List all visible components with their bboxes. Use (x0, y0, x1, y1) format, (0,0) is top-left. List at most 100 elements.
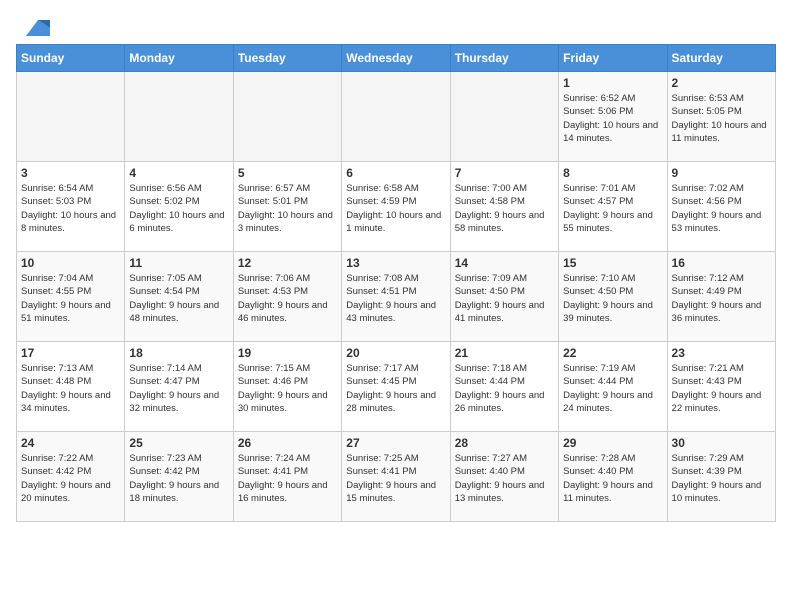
day-number: 17 (21, 346, 120, 360)
calendar-cell: 5 Sunrise: 6:57 AM Sunset: 5:01 PM Daylig… (233, 162, 341, 252)
day-info: Sunrise: 6:57 AM Sunset: 5:01 PM Dayligh… (238, 182, 337, 235)
day-number: 4 (129, 166, 228, 180)
day-info: Sunrise: 7:09 AM Sunset: 4:50 PM Dayligh… (455, 272, 554, 325)
calendar-cell: 16 Sunrise: 7:12 AM Sunset: 4:49 PM Dayli… (667, 252, 775, 342)
day-number: 19 (238, 346, 337, 360)
day-number: 22 (563, 346, 662, 360)
calendar-cell: 7 Sunrise: 7:00 AM Sunset: 4:58 PM Daylig… (450, 162, 558, 252)
calendar-cell: 26Sunrise: 7:24 AM Sunset: 4:41 PM Dayli… (233, 432, 341, 522)
calendar-cell: 22 Sunrise: 7:19 AM Sunset: 4:44 PM Dayli… (559, 342, 667, 432)
day-number: 11 (129, 256, 228, 270)
calendar-cell: 19 Sunrise: 7:15 AM Sunset: 4:46 PM Dayli… (233, 342, 341, 432)
calendar-table: SundayMondayTuesdayWednesdayThursdayFrid… (16, 44, 776, 522)
calendar-header-row: SundayMondayTuesdayWednesdayThursdayFrid… (17, 45, 776, 72)
day-number: 8 (563, 166, 662, 180)
day-number: 24 (21, 436, 120, 450)
day-number: 7 (455, 166, 554, 180)
calendar-cell (125, 72, 233, 162)
calendar-week-row: 3 Sunrise: 6:54 AM Sunset: 5:03 PM Daylig… (17, 162, 776, 252)
calendar-cell: 20 Sunrise: 7:17 AM Sunset: 4:45 PM Dayli… (342, 342, 450, 432)
day-info: Sunrise: 7:02 AM Sunset: 4:56 PM Dayligh… (672, 182, 771, 235)
day-info: Sunrise: 7:17 AM Sunset: 4:45 PM Dayligh… (346, 362, 445, 415)
calendar-cell: 1 Sunrise: 6:52 AM Sunset: 5:06 PM Daylig… (559, 72, 667, 162)
day-info: Sunrise: 7:05 AM Sunset: 4:54 PM Dayligh… (129, 272, 228, 325)
day-info: Sunrise: 6:54 AM Sunset: 5:03 PM Dayligh… (21, 182, 120, 235)
day-info: Sunrise: 7:18 AM Sunset: 4:44 PM Dayligh… (455, 362, 554, 415)
calendar-cell: 10 Sunrise: 7:04 AM Sunset: 4:55 PM Dayli… (17, 252, 125, 342)
day-info: Sunrise: 7:28 AM Sunset: 4:40 PM Dayligh… (563, 452, 662, 505)
day-info: Sunrise: 7:23 AM Sunset: 4:42 PM Dayligh… (129, 452, 228, 505)
day-info: Sunrise: 6:53 AM Sunset: 5:05 PM Dayligh… (672, 92, 771, 145)
day-number: 6 (346, 166, 445, 180)
day-info: Sunrise: 7:29 AM Sunset: 4:39 PM Dayligh… (672, 452, 771, 505)
calendar-cell: 4 Sunrise: 6:56 AM Sunset: 5:02 PM Daylig… (125, 162, 233, 252)
day-number: 14 (455, 256, 554, 270)
calendar-cell (233, 72, 341, 162)
day-info: Sunrise: 6:56 AM Sunset: 5:02 PM Dayligh… (129, 182, 228, 235)
calendar-cell: 3 Sunrise: 6:54 AM Sunset: 5:03 PM Daylig… (17, 162, 125, 252)
calendar-week-row: 24 Sunrise: 7:22 AM Sunset: 4:42 PM Dayli… (17, 432, 776, 522)
day-number: 20 (346, 346, 445, 360)
day-info: Sunrise: 7:04 AM Sunset: 4:55 PM Dayligh… (21, 272, 120, 325)
day-info: Sunrise: 7:12 AM Sunset: 4:49 PM Dayligh… (672, 272, 771, 325)
calendar-cell (342, 72, 450, 162)
day-info: Sunrise: 7:13 AM Sunset: 4:48 PM Dayligh… (21, 362, 120, 415)
calendar-cell: 28 Sunrise: 7:27 AM Sunset: 4:40 PM Dayli… (450, 432, 558, 522)
day-number: 16 (672, 256, 771, 270)
calendar-cell: 27Sunrise: 7:25 AM Sunset: 4:41 PM Dayli… (342, 432, 450, 522)
calendar-header-saturday: Saturday (667, 45, 775, 72)
day-number: 13 (346, 256, 445, 270)
calendar-cell: 14 Sunrise: 7:09 AM Sunset: 4:50 PM Dayli… (450, 252, 558, 342)
day-info: Sunrise: 7:19 AM Sunset: 4:44 PM Dayligh… (563, 362, 662, 415)
day-info: Sunrise: 7:01 AM Sunset: 4:57 PM Dayligh… (563, 182, 662, 235)
day-info: Sunrise: 6:52 AM Sunset: 5:06 PM Dayligh… (563, 92, 662, 145)
calendar-header-tuesday: Tuesday (233, 45, 341, 72)
calendar-cell: 9Sunrise: 7:02 AM Sunset: 4:56 PM Daylig… (667, 162, 775, 252)
calendar-cell: 24 Sunrise: 7:22 AM Sunset: 4:42 PM Dayli… (17, 432, 125, 522)
calendar-week-row: 10 Sunrise: 7:04 AM Sunset: 4:55 PM Dayli… (17, 252, 776, 342)
calendar-cell (17, 72, 125, 162)
day-info: Sunrise: 7:06 AM Sunset: 4:53 PM Dayligh… (238, 272, 337, 325)
calendar-cell: 15 Sunrise: 7:10 AM Sunset: 4:50 PM Dayli… (559, 252, 667, 342)
calendar-cell: 8 Sunrise: 7:01 AM Sunset: 4:57 PM Daylig… (559, 162, 667, 252)
day-number: 18 (129, 346, 228, 360)
day-number: 23 (672, 346, 771, 360)
calendar-week-row: 1 Sunrise: 6:52 AM Sunset: 5:06 PM Daylig… (17, 72, 776, 162)
calendar-header-sunday: Sunday (17, 45, 125, 72)
calendar-cell: 17 Sunrise: 7:13 AM Sunset: 4:48 PM Dayli… (17, 342, 125, 432)
calendar-cell: 18 Sunrise: 7:14 AM Sunset: 4:47 PM Dayli… (125, 342, 233, 432)
day-number: 2 (672, 76, 771, 90)
calendar-cell: 11 Sunrise: 7:05 AM Sunset: 4:54 PM Dayli… (125, 252, 233, 342)
day-number: 12 (238, 256, 337, 270)
page-header (16, 16, 776, 32)
day-info: Sunrise: 7:27 AM Sunset: 4:40 PM Dayligh… (455, 452, 554, 505)
day-info: Sunrise: 7:10 AM Sunset: 4:50 PM Dayligh… (563, 272, 662, 325)
calendar-cell: 29Sunrise: 7:28 AM Sunset: 4:40 PM Dayli… (559, 432, 667, 522)
calendar-cell (450, 72, 558, 162)
day-info: Sunrise: 7:15 AM Sunset: 4:46 PM Dayligh… (238, 362, 337, 415)
day-info: Sunrise: 7:14 AM Sunset: 4:47 PM Dayligh… (129, 362, 228, 415)
logo (16, 16, 50, 32)
day-info: Sunrise: 7:22 AM Sunset: 4:42 PM Dayligh… (21, 452, 120, 505)
logo-icon (18, 16, 50, 40)
day-number: 1 (563, 76, 662, 90)
day-number: 15 (563, 256, 662, 270)
day-number: 10 (21, 256, 120, 270)
calendar-cell: 12 Sunrise: 7:06 AM Sunset: 4:53 PM Dayli… (233, 252, 341, 342)
calendar-cell: 21 Sunrise: 7:18 AM Sunset: 4:44 PM Dayli… (450, 342, 558, 432)
day-info: Sunrise: 7:25 AM Sunset: 4:41 PM Dayligh… (346, 452, 445, 505)
day-number: 21 (455, 346, 554, 360)
day-number: 3 (21, 166, 120, 180)
day-info: Sunrise: 7:00 AM Sunset: 4:58 PM Dayligh… (455, 182, 554, 235)
day-number: 28 (455, 436, 554, 450)
day-info: Sunrise: 6:58 AM Sunset: 4:59 PM Dayligh… (346, 182, 445, 235)
calendar-cell: 2 Sunrise: 6:53 AM Sunset: 5:05 PM Daylig… (667, 72, 775, 162)
calendar-header-friday: Friday (559, 45, 667, 72)
day-number: 30 (672, 436, 771, 450)
calendar-header-thursday: Thursday (450, 45, 558, 72)
calendar-header-monday: Monday (125, 45, 233, 72)
calendar-cell: 23Sunrise: 7:21 AM Sunset: 4:43 PM Dayli… (667, 342, 775, 432)
day-number: 5 (238, 166, 337, 180)
calendar-cell: 13Sunrise: 7:08 AM Sunset: 4:51 PM Dayli… (342, 252, 450, 342)
calendar-cell: 6 Sunrise: 6:58 AM Sunset: 4:59 PM Daylig… (342, 162, 450, 252)
